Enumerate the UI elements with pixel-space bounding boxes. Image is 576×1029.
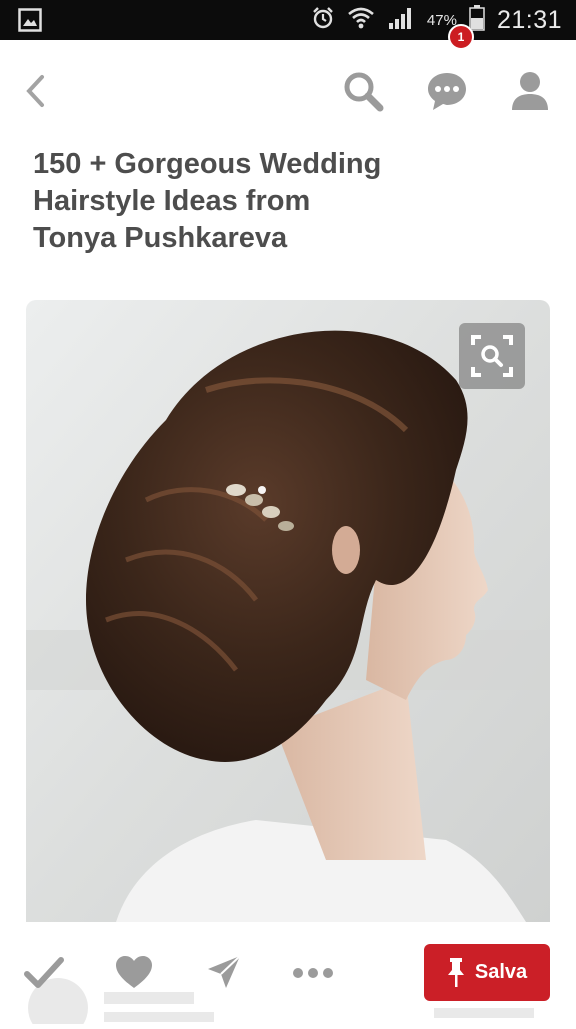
notification-badge: 1 [448, 24, 474, 50]
pin-title-line: Hairstyle Ideas from [33, 185, 311, 217]
top-navigation [0, 40, 576, 140]
gallery-icon [18, 8, 42, 37]
save-button-label: Salva [474, 961, 528, 983]
visual-search-button[interactable] [459, 323, 525, 389]
send-icon[interactable] [206, 954, 242, 995]
alarm-icon [311, 6, 335, 35]
signal-icon [387, 6, 415, 35]
pin-title: 150 + Gorgeous Wedding Hairstyle Ideas f… [33, 146, 513, 257]
more-icon[interactable] [292, 966, 334, 985]
pin-icon [447, 957, 464, 987]
wifi-icon [347, 5, 375, 36]
check-icon[interactable] [24, 956, 64, 995]
status-bar: 47% 21:31 [0, 0, 576, 40]
save-button[interactable]: Salva [424, 944, 550, 1001]
pin-title-line: 150 + Gorgeous Wedding [33, 148, 382, 180]
visual-search-icon [471, 335, 513, 377]
back-icon[interactable] [22, 73, 50, 114]
pin-title-line: Tonya Pushkareva [33, 222, 288, 254]
search-icon[interactable] [342, 70, 384, 117]
clock: 21:31 [496, 5, 562, 34]
heart-icon[interactable] [116, 956, 152, 995]
messages-icon[interactable] [426, 70, 468, 117]
pin-image[interactable] [26, 300, 550, 922]
profile-icon[interactable] [510, 70, 550, 117]
